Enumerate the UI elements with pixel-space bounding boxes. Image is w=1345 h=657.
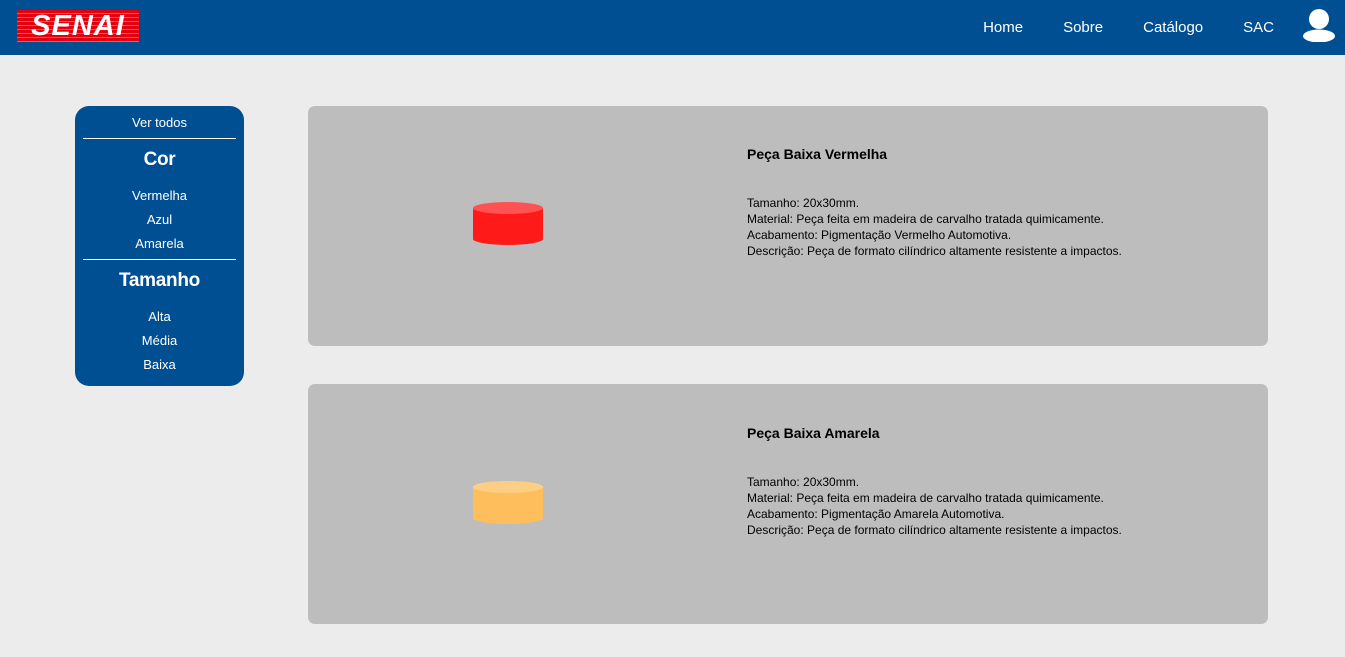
filter-color-amarela[interactable]: Amarela — [75, 236, 244, 251]
product-title: Peça Baixa Amarela — [747, 425, 880, 441]
product-details: Tamanho: 20x30mm. Material: Peça feita e… — [747, 474, 1122, 538]
navbar: SENAI Home Sobre Catálogo SAC — [0, 0, 1345, 55]
product-card[interactable]: Peça Baixa Amarela Tamanho: 20x30mm. Mat… — [308, 384, 1268, 624]
product-title: Peça Baixa Vermelha — [747, 146, 888, 162]
product-card[interactable]: Peça Baixa Vermelha Tamanho: 20x30mm. Ma… — [308, 106, 1268, 346]
filter-view-all[interactable]: Ver todos — [75, 115, 244, 130]
product-description: Descrição: Peça de formato cilíndrico al… — [747, 523, 1122, 537]
filter-size-baixa[interactable]: Baixa — [75, 357, 244, 372]
filter-sidebar: Ver todos Cor Vermelha Azul Amarela Tama… — [75, 106, 244, 386]
divider — [83, 138, 236, 139]
nav-sac[interactable]: SAC — [1243, 19, 1274, 36]
product-size: Tamanho: 20x30mm. — [747, 475, 860, 489]
filter-color-azul[interactable]: Azul — [75, 212, 244, 227]
nav-sobre[interactable]: Sobre — [1063, 19, 1103, 36]
product-description: Descrição: Peça de formato cilíndrico al… — [747, 244, 1122, 258]
product-size: Tamanho: 20x30mm. — [747, 196, 860, 210]
nav-home[interactable]: Home — [983, 19, 1023, 36]
product-details: Tamanho: 20x30mm. Material: Peça feita e… — [747, 195, 1122, 259]
product-material: Material: Peça feita em madeira de carva… — [747, 491, 1104, 505]
filter-size-media[interactable]: Média — [75, 333, 244, 348]
filter-size-alta[interactable]: Alta — [75, 309, 244, 324]
product-image — [473, 481, 543, 524]
filter-heading-size: Tamanho — [119, 270, 200, 291]
divider — [83, 259, 236, 260]
product-image — [473, 202, 543, 245]
filter-heading-color: Cor — [143, 149, 176, 170]
nav-catalogo[interactable]: Catálogo — [1143, 19, 1203, 36]
filter-color-vermelha[interactable]: Vermelha — [75, 188, 244, 203]
product-finish: Acabamento: Pigmentação Amarela Automoti… — [747, 507, 1005, 521]
user-icon[interactable] — [1303, 9, 1335, 42]
nav-links: Home Sobre Catálogo SAC — [983, 0, 1274, 55]
product-finish: Acabamento: Pigmentação Vermelho Automot… — [747, 228, 1012, 242]
logo-text: SENAI — [31, 10, 125, 42]
product-material: Material: Peça feita em madeira de carva… — [747, 212, 1104, 226]
senai-logo[interactable]: SENAI — [17, 10, 139, 42]
